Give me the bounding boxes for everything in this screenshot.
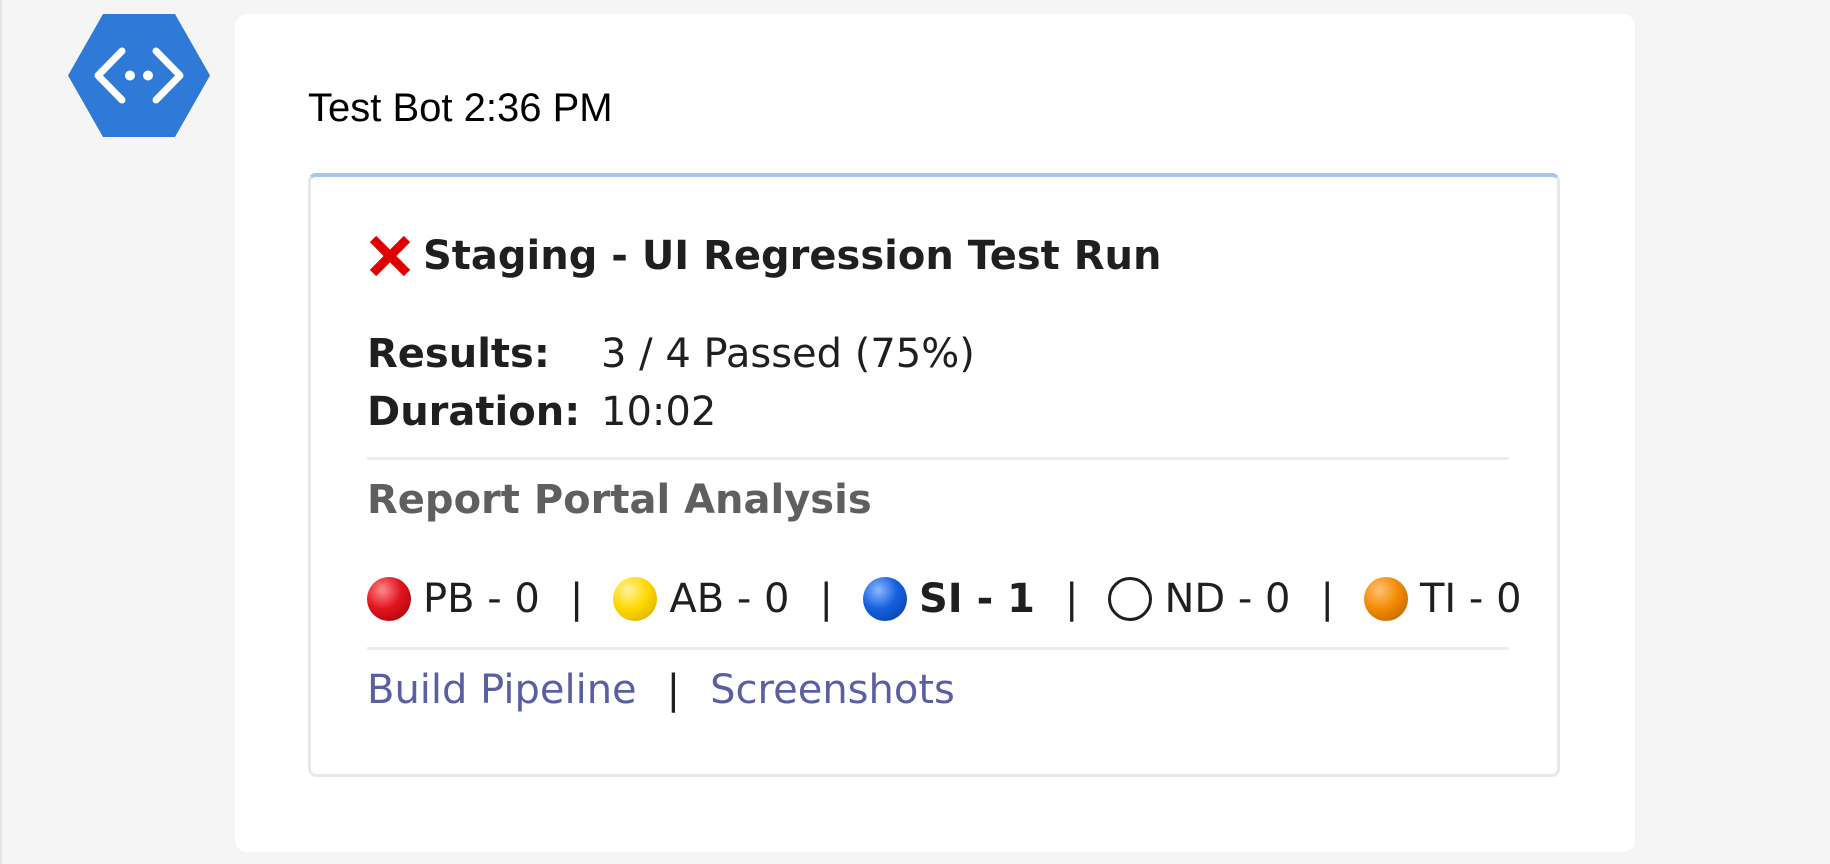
message-header: Test Bot 2:36 PM — [308, 86, 613, 131]
red-circle-icon — [367, 577, 411, 621]
fact-row-duration: Duration: 10:02 — [367, 383, 975, 441]
stat-si: SI - 1 — [918, 576, 1035, 622]
separator: | — [666, 667, 681, 713]
links-row: Build Pipeline | Screenshots — [367, 667, 955, 713]
build-pipeline-link[interactable]: Build Pipeline — [367, 667, 637, 713]
separator: | — [1320, 576, 1334, 622]
white-circle-icon — [1108, 577, 1153, 621]
red-x-icon — [369, 235, 411, 277]
fact-row-results: Results: 3 / 4 Passed (75%) — [367, 325, 975, 383]
separator: | — [819, 576, 833, 622]
adaptive-card: Staging - UI Regression Test Run Results… — [308, 173, 1560, 777]
section-title: Report Portal Analysis — [367, 477, 872, 523]
card-title-row: Staging - UI Regression Test Run — [367, 233, 1161, 279]
sender-name: Test Bot — [308, 86, 453, 130]
fact-value: 10:02 — [601, 389, 717, 435]
divider — [367, 457, 1509, 460]
stat-nd: ND - 0 — [1164, 576, 1291, 622]
chat-page: Test Bot 2:36 PM Staging - UI Regression… — [0, 0, 1830, 864]
stat-ti: TI - 0 — [1419, 576, 1522, 622]
separator: | — [1064, 576, 1079, 622]
fact-set: Results: 3 / 4 Passed (75%) Duration: 10… — [367, 325, 975, 441]
fact-label: Results: — [367, 331, 550, 377]
orange-circle-icon — [1363, 577, 1408, 621]
stat-ab: AB - 0 — [669, 576, 790, 622]
divider — [367, 647, 1509, 650]
yellow-circle-icon — [613, 577, 658, 621]
stat-pb: PB - 0 — [423, 576, 540, 622]
left-edge-border — [0, 0, 2, 864]
analysis-row: PB - 0 | AB - 0 | SI - 1 | ND - 0 | TI -… — [367, 569, 1522, 629]
bot-avatar-icon — [68, 14, 210, 137]
fact-value: 3 / 4 Passed (75%) — [601, 331, 975, 377]
separator: | — [569, 576, 584, 622]
screenshots-link[interactable]: Screenshots — [710, 667, 955, 713]
blue-circle-icon — [862, 577, 907, 621]
message-time: 2:36 PM — [463, 86, 613, 130]
card-title: Staging - UI Regression Test Run — [423, 233, 1162, 279]
fact-label: Duration: — [367, 389, 581, 435]
